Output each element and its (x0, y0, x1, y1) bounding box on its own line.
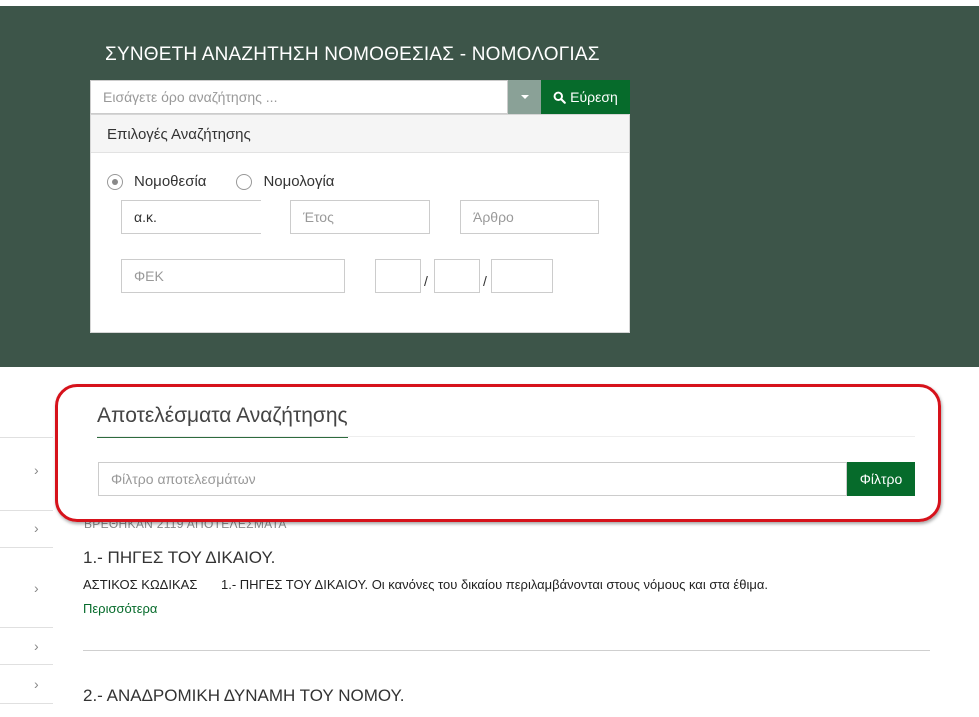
fek-issue-field[interactable] (375, 259, 421, 293)
sidebar-chevron-right-icon[interactable]: › (34, 638, 39, 654)
result-code: ΑΣΤΙΚΟΣ ΚΩΔΙΚΑΣ (83, 577, 198, 592)
legislation-radio-label[interactable]: Νομοθεσία (134, 173, 206, 190)
result-title[interactable]: 1.- ΠΗΓΕΣ ΤΟΥ ΔΙΚΑΙΟΥ. (83, 548, 275, 568)
sidebar-divider (0, 437, 53, 438)
sidebar-chevron-right-icon[interactable]: › (34, 462, 39, 478)
results-divider (97, 436, 915, 437)
result-snippet: ΑΣΤΙΚΟΣ ΚΩΔΙΚΑΣ 1.- ΠΗΓΕΣ ΤΟΥ ΔΙΚΑΙΟΥ. Ο… (83, 577, 768, 592)
sidebar-chevron-right-icon[interactable]: › (34, 580, 39, 596)
jurisprudence-radio-label[interactable]: Νομολογία (263, 173, 334, 190)
search-options-dropdown-button[interactable] (508, 80, 541, 114)
sidebar-divider (0, 703, 53, 704)
search-header-panel: ΣΥΝΘΕΤΗ ΑΝΑΖΗΤΗΣΗ ΝΟΜΟΘΕΣΙΑΣ - ΝΟΜΟΛΟΓΙΑ… (0, 6, 979, 367)
fek-field[interactable] (121, 259, 345, 293)
page-title: ΣΥΝΘΕΤΗ ΑΝΑΖΗΤΗΣΗ ΝΟΜΟΘΕΣΙΑΣ - ΝΟΜΟΛΟΓΙΑ… (105, 44, 600, 65)
search-type-radio-group: Νομοθεσία Νομολογία (107, 173, 364, 190)
legislation-radio[interactable] (107, 173, 123, 190)
sidebar-divider (0, 510, 53, 511)
find-button-label: Εύρεση (570, 89, 618, 105)
search-options-title: Επιλογές Αναζήτησης (91, 115, 629, 153)
sidebar-chevron-right-icon[interactable]: › (34, 520, 39, 536)
sidebar-chevron-right-icon[interactable]: › (34, 676, 39, 692)
search-icon (553, 91, 567, 104)
search-input[interactable] (90, 80, 508, 114)
search-bar: Εύρεση (90, 80, 630, 114)
radio-checked-dot (112, 178, 118, 185)
jurisprudence-radio[interactable] (236, 173, 253, 190)
sidebar-divider (0, 664, 53, 665)
fek-number-field[interactable] (434, 259, 480, 293)
filter-button[interactable]: Φίλτρο (847, 462, 915, 496)
more-link[interactable]: Περισσότερα (83, 601, 157, 616)
code-field[interactable] (121, 200, 261, 234)
results-count: ΒΡΕΘΗΚΑΝ 2119 ΑΠΟΤΕΛΕΣΜΑΤΑ (84, 517, 287, 531)
result-title[interactable]: 2.- ΑΝΑΔΡΟΜΙΚΗ ΔΥΝΑΜΗ ΤΟΥ ΝΟΜΟΥ. (83, 686, 404, 706)
fek-year-field[interactable] (491, 259, 553, 293)
search-options-panel: Επιλογές Αναζήτησης Νομοθεσία Νομολογία … (90, 114, 630, 333)
article-field[interactable] (460, 200, 599, 234)
results-filter-input[interactable] (98, 462, 847, 496)
find-button[interactable]: Εύρεση (541, 80, 630, 114)
result-text: 1.- ΠΗΓΕΣ ΤΟΥ ΔΙΚΑΙΟΥ. Οι κανόνες του δι… (220, 577, 768, 592)
slash-separator: / (483, 273, 487, 289)
sidebar-divider (0, 627, 53, 628)
results-title: Αποτελέσματα Αναζήτησης (97, 404, 348, 438)
year-field[interactable] (290, 200, 430, 234)
sidebar-divider (0, 547, 53, 548)
result-divider (83, 650, 930, 651)
caret-down-icon (520, 95, 529, 99)
slash-separator: / (424, 273, 428, 289)
